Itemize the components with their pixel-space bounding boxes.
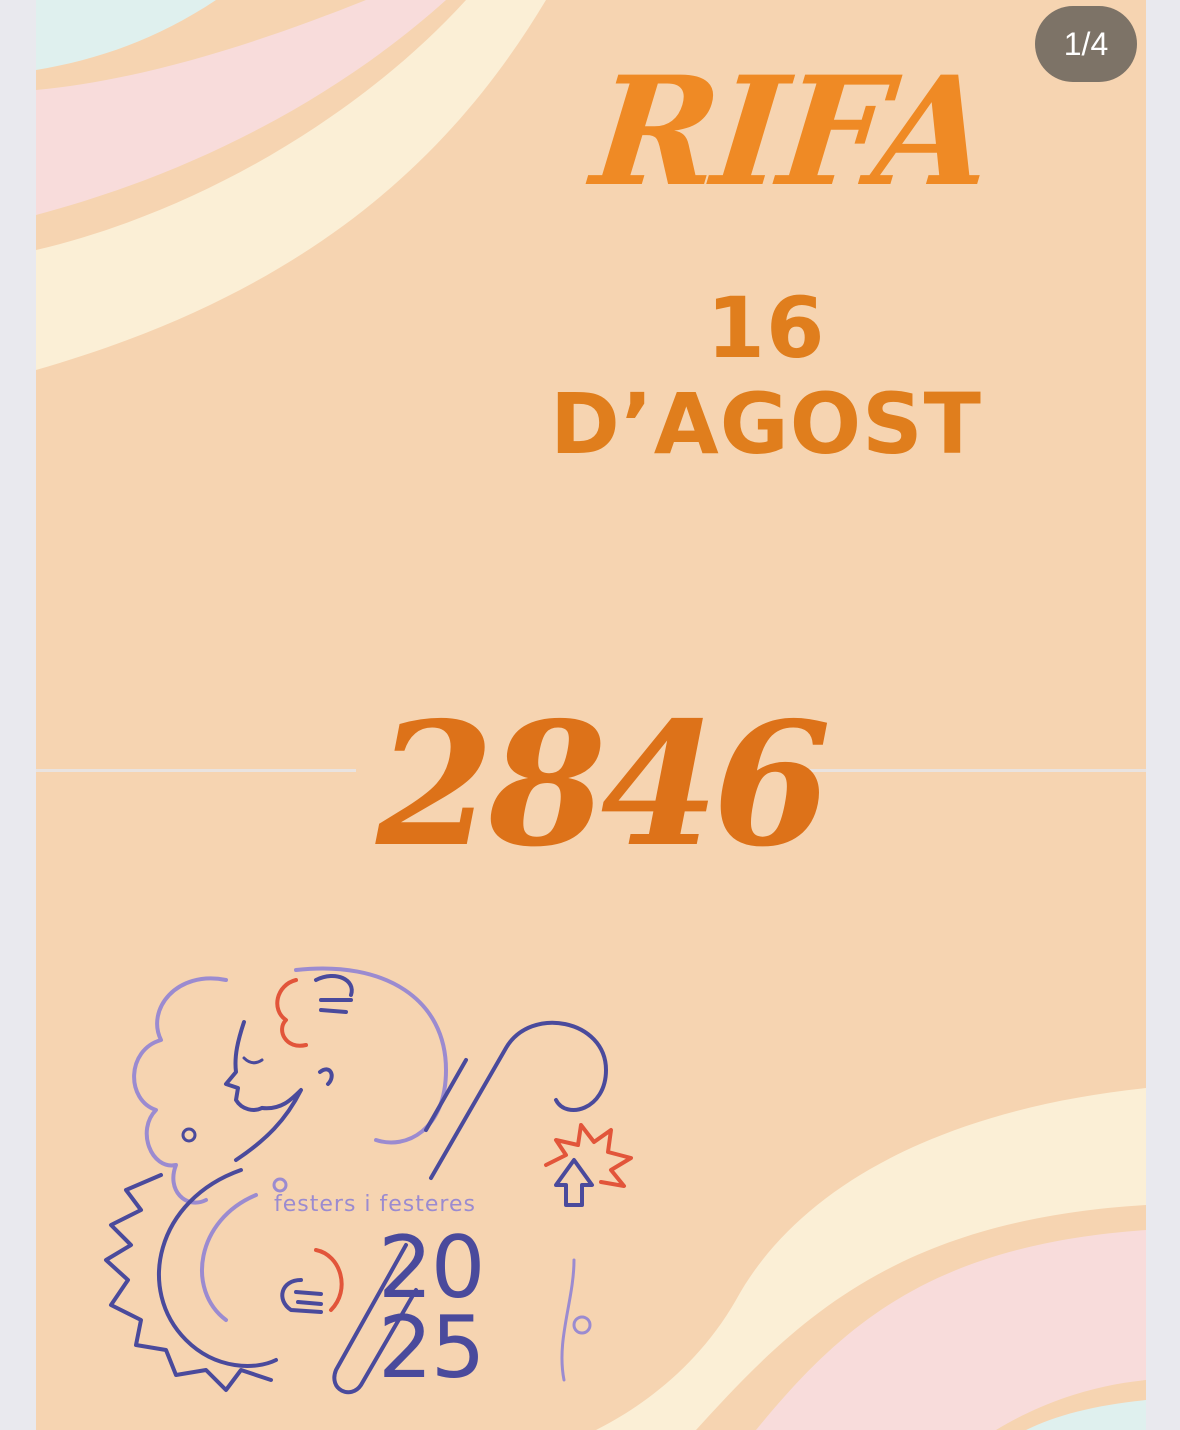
logo-tagline: festers i festeres bbox=[274, 1192, 476, 1217]
festers-logo-icon bbox=[104, 966, 633, 1395]
raffle-title: RIFA bbox=[585, 44, 997, 220]
winning-ticket-number: 2846 bbox=[376, 685, 831, 885]
story-card[interactable]: RIFA 16 D’AGOST 2846 festers i festeres … bbox=[36, 0, 1146, 1430]
logo-year-bottom: 25 bbox=[378, 1298, 485, 1398]
divider-left bbox=[36, 769, 356, 772]
raffle-date: 16 D’AGOST bbox=[550, 279, 982, 473]
page-indicator-badge: 1/4 bbox=[1035, 6, 1137, 82]
wave-blue-top bbox=[36, 0, 216, 70]
divider-right bbox=[802, 769, 1146, 772]
